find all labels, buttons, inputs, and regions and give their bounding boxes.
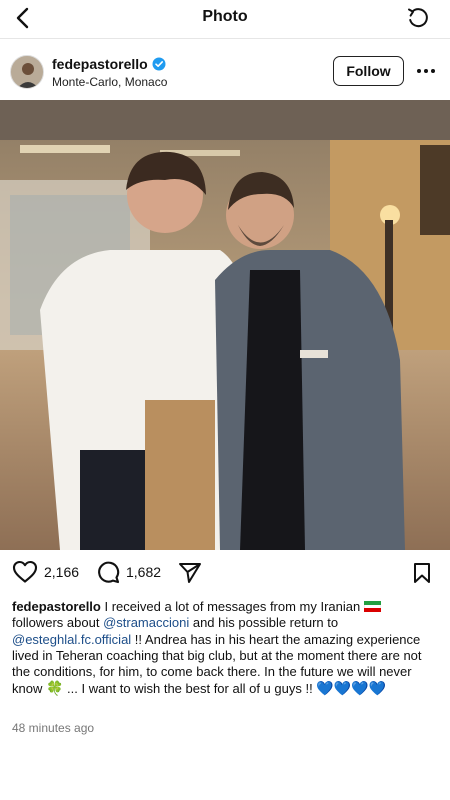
refresh-button[interactable]	[404, 4, 432, 32]
heart-icon	[12, 560, 38, 583]
verified-badge-icon	[152, 57, 166, 71]
caption-text-5: ... I want to wish the best for all of u…	[63, 681, 317, 697]
comment-button[interactable]: 1,682	[96, 560, 161, 584]
refresh-icon	[408, 8, 428, 28]
post-timestamp: 48 minutes ago	[12, 721, 95, 735]
blue-hearts-emoji-icon: 💙💙💙💙	[316, 680, 387, 697]
more-options-button[interactable]	[414, 60, 438, 82]
caption-text-3: and his possible return to	[189, 615, 339, 631]
location[interactable]: Monte-Carlo, Monaco	[52, 75, 167, 89]
top-bar: Photo	[0, 0, 450, 38]
page-title: Photo	[202, 8, 248, 25]
send-icon	[179, 563, 201, 583]
clover-emoji-icon: 🍀	[45, 680, 64, 697]
caption-text-2: followers about	[12, 615, 104, 631]
bookmark-icon	[414, 563, 430, 583]
comment-icon	[98, 561, 120, 584]
avatar[interactable]	[10, 55, 44, 89]
mention-esteghlal[interactable]: @esteghlal.fc.official	[12, 632, 131, 647]
share-button[interactable]	[178, 562, 202, 589]
header-divider	[0, 38, 450, 39]
mention-stramaccioni[interactable]: @stramaccioni	[103, 615, 189, 630]
more-horizontal-icon	[417, 69, 435, 73]
follow-button[interactable]: Follow	[333, 56, 404, 86]
iran-flag-icon	[363, 601, 381, 612]
caption-text-1: I received a lot of messages from my Ira…	[100, 599, 364, 614]
like-button[interactable]: 2,166	[12, 560, 79, 584]
username[interactable]: fedepastorello	[52, 56, 148, 72]
post-caption: fedepastorello I received a lot of messa…	[12, 599, 432, 698]
post-header: fedepastorello Monte-Carlo, Monaco Follo…	[0, 50, 450, 96]
caption-username[interactable]: fedepastorello	[12, 599, 101, 614]
comment-count[interactable]: 1,682	[126, 564, 161, 580]
like-count[interactable]: 2,166	[44, 564, 79, 580]
post-actions: 2,166 1,682	[0, 560, 450, 590]
save-button[interactable]	[412, 562, 432, 589]
post-photo[interactable]	[0, 100, 450, 550]
